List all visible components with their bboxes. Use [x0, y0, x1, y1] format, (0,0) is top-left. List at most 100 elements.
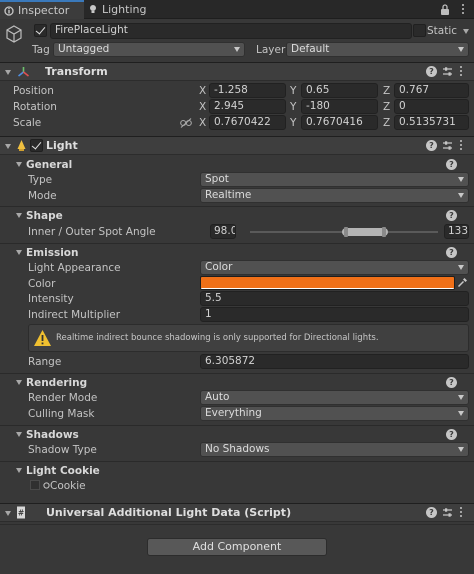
light-enabled-checkbox[interactable] [30, 139, 43, 152]
light-appearance-dropdown[interactable]: Color [200, 260, 469, 275]
rendering-section-header[interactable]: Rendering ? [0, 375, 474, 391]
shadow-type-dropdown[interactable]: No Shadows [200, 442, 469, 457]
lock-icon[interactable] [440, 4, 450, 15]
chevron-down-icon [458, 193, 464, 198]
outer-angle-field[interactable]: 133. [444, 224, 469, 239]
object-picker-icon[interactable] [43, 482, 50, 489]
intensity-field[interactable]: 5.5 [200, 291, 469, 306]
warning-icon [34, 330, 51, 346]
light-foldout-icon[interactable] [5, 144, 11, 149]
layer-dropdown[interactable]: Default [286, 42, 469, 57]
help-icon[interactable]: ? [446, 159, 457, 170]
help-icon[interactable]: ? [446, 247, 457, 258]
chevron-down-icon [458, 395, 464, 400]
type-label: Type [28, 174, 53, 186]
alpha-bar [201, 288, 454, 289]
shadows-foldout-icon[interactable] [16, 432, 22, 437]
indirect-multiplier-field[interactable]: 1 [200, 307, 469, 322]
presets-icon[interactable] [442, 140, 453, 151]
script-foldout-icon[interactable] [5, 511, 11, 516]
tab-menu-icon[interactable] [462, 4, 465, 15]
culling-mask-dropdown[interactable]: Everything [200, 406, 469, 421]
rotation-z-label[interactable]: Z [383, 100, 390, 114]
help-icon[interactable]: ? [446, 429, 457, 440]
rotation-z-field[interactable]: 0 [394, 99, 469, 114]
type-dropdown[interactable]: Spot [200, 172, 469, 187]
active-checkbox[interactable] [34, 24, 47, 37]
scale-y-field[interactable]: 0.7670416 [301, 115, 378, 130]
scale-x-field[interactable]: 0.7670422 [209, 115, 286, 130]
tag-dropdown[interactable]: Untagged [53, 42, 245, 57]
help-icon[interactable]: ? [446, 210, 457, 221]
rotation-y-label[interactable]: Y [290, 100, 296, 114]
outer-angle-value: 133. [448, 225, 469, 237]
position-z-label[interactable]: Z [383, 84, 390, 98]
shape-section-header[interactable]: Shape ? [0, 208, 474, 224]
tab-inspector[interactable]: Inspector [0, 0, 84, 19]
divider [0, 425, 474, 426]
presets-icon[interactable] [442, 66, 453, 77]
rotation-y-field[interactable]: -180 [301, 99, 378, 114]
scale-z-label[interactable]: Z [383, 116, 390, 130]
rotation-z-value: 0 [399, 100, 406, 112]
tab-inspector-label: Inspector [18, 4, 70, 17]
help-icon[interactable]: ? [426, 66, 437, 77]
constrain-proportions-icon[interactable] [180, 118, 192, 128]
light-cookie-section-header[interactable]: Light Cookie [0, 463, 474, 479]
rotation-x-label[interactable]: X [199, 100, 206, 114]
tab-lighting[interactable]: Lighting [84, 0, 164, 19]
transform-title: Transform [45, 65, 108, 78]
inner-angle-handle[interactable] [344, 227, 348, 237]
gameobject-icon [6, 25, 22, 43]
static-dropdown-arrow[interactable] [463, 29, 469, 34]
position-x-label[interactable]: X [199, 84, 206, 98]
add-component-button[interactable]: Add Component [147, 538, 327, 556]
transform-foldout-icon[interactable] [5, 70, 11, 75]
inner-angle-field[interactable]: 98.0 [210, 224, 236, 239]
help-icon[interactable]: ? [426, 507, 437, 518]
presets-icon[interactable] [442, 507, 453, 518]
scale-label: Scale [13, 117, 42, 129]
culling-mask-value: Everything [205, 407, 262, 419]
range-field[interactable]: 6.305872 [200, 354, 469, 369]
component-menu-icon[interactable] [460, 507, 463, 518]
position-z-field[interactable]: 0.767 [394, 83, 469, 98]
scale-z-field[interactable]: 0.5135731 [394, 115, 469, 130]
help-icon[interactable]: ? [446, 377, 457, 388]
shadows-section-header[interactable]: Shadows ? [0, 427, 474, 443]
rotation-x-field[interactable]: 2.945 [209, 99, 286, 114]
light-cookie-foldout-icon[interactable] [16, 468, 22, 473]
color-swatch[interactable] [200, 276, 455, 290]
emission-section-header[interactable]: Emission ? [0, 245, 474, 261]
general-section-header[interactable]: General ? [0, 157, 474, 173]
rendering-foldout-icon[interactable] [16, 380, 22, 385]
cookie-object-field[interactable] [30, 480, 40, 490]
static-checkbox[interactable] [413, 24, 426, 37]
object-name-input[interactable]: FirePlaceLight [50, 23, 412, 39]
scale-z-value: 0.5135731 [399, 116, 456, 128]
script-component-title: Universal Additional Light Data (Script) [46, 506, 292, 519]
position-y-field[interactable]: 0.65 [301, 83, 378, 98]
indirect-multiplier-label: Indirect Multiplier [28, 309, 121, 321]
component-menu-icon[interactable] [460, 66, 463, 77]
scale-x-value: 0.7670422 [214, 116, 271, 128]
script-component-header[interactable]: # Universal Additional Light Data (Scrip… [0, 503, 474, 522]
layer-value: Default [291, 43, 330, 55]
outer-angle-handle[interactable] [382, 227, 386, 237]
shadows-title: Shadows [26, 429, 79, 441]
scale-y-label[interactable]: Y [290, 116, 296, 130]
light-header[interactable]: Light ? [0, 136, 474, 155]
help-icon[interactable]: ? [426, 140, 437, 151]
general-foldout-icon[interactable] [16, 162, 22, 167]
emission-foldout-icon[interactable] [16, 250, 22, 255]
position-y-label[interactable]: Y [290, 84, 296, 98]
chevron-down-icon [458, 411, 464, 416]
eyedropper-icon[interactable] [457, 277, 468, 288]
scale-x-label[interactable]: X [199, 116, 206, 130]
render-mode-dropdown[interactable]: Auto [200, 390, 469, 405]
position-x-field[interactable]: -1.258 [209, 83, 286, 98]
shape-foldout-icon[interactable] [16, 213, 22, 218]
component-menu-icon[interactable] [460, 140, 463, 151]
mode-dropdown[interactable]: Realtime [200, 188, 469, 203]
transform-header[interactable]: Transform ? [0, 62, 474, 81]
